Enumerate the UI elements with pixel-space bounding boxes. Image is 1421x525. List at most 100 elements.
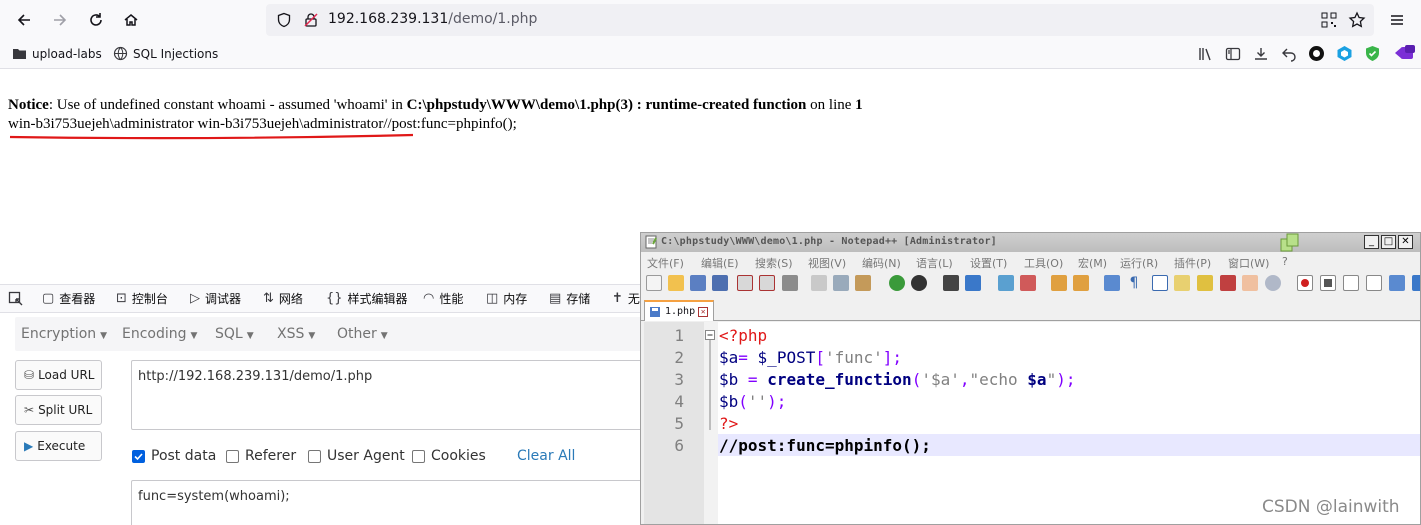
extension-circle-icon[interactable] bbox=[1308, 45, 1325, 62]
zoom-out-icon[interactable] bbox=[1020, 275, 1036, 291]
tab-debugger[interactable]: ▷ 调试器 bbox=[190, 290, 241, 307]
redo-icon[interactable] bbox=[911, 275, 927, 291]
replace-icon[interactable] bbox=[965, 275, 981, 291]
extension-badge-icon[interactable] bbox=[1392, 44, 1416, 62]
fold-minus-icon[interactable] bbox=[705, 330, 716, 440]
cut-icon[interactable] bbox=[811, 275, 827, 291]
find-icon[interactable] bbox=[943, 275, 959, 291]
undo-icon[interactable] bbox=[889, 275, 905, 291]
post-data-checkbox[interactable]: Post data bbox=[132, 448, 216, 464]
menu-other[interactable]: Other ▼ bbox=[337, 326, 388, 342]
npp-menu-settings[interactable]: 设置(T) bbox=[970, 255, 1007, 271]
extension-shield-icon[interactable] bbox=[1364, 45, 1381, 62]
npp-menu-run[interactable]: 运行(R) bbox=[1120, 255, 1158, 271]
print-icon[interactable] bbox=[782, 275, 798, 291]
back-arrow-icon bbox=[17, 14, 30, 26]
home-button[interactable] bbox=[117, 6, 145, 34]
load-url-button[interactable]: ⛁ Load URL bbox=[15, 360, 102, 390]
save-all-icon[interactable] bbox=[712, 275, 728, 291]
execute-button[interactable]: ▶ Execute bbox=[15, 431, 102, 461]
bookmark-star-icon[interactable] bbox=[1348, 11, 1366, 29]
insecure-lock-icon[interactable] bbox=[303, 12, 319, 28]
new-file-icon[interactable] bbox=[646, 275, 662, 291]
tab-accessibility[interactable]: ✝ 无 bbox=[612, 290, 640, 307]
tab-storage[interactable]: ▤ 存储 bbox=[549, 290, 590, 307]
code-editor[interactable]: 1 2 3 4 5 6 <?php $a= $_POST['func']; $b… bbox=[644, 322, 1420, 524]
tab-inspector[interactable]: ▢ 查看器 bbox=[42, 290, 95, 307]
tab-memory[interactable]: ◫ 内存 bbox=[486, 290, 527, 307]
bookmark-upload-labs[interactable]: upload-labs bbox=[12, 46, 102, 61]
url-text[interactable]: 192.168.239.131/demo/1.php bbox=[328, 11, 537, 27]
npp-menu-window[interactable]: 窗口(W) bbox=[1228, 255, 1269, 271]
word-wrap-icon[interactable] bbox=[1104, 275, 1120, 291]
npp-menu-macro[interactable]: 宏(M) bbox=[1078, 255, 1107, 271]
tab-network[interactable]: ⇅ 网络 bbox=[263, 290, 303, 307]
doc-map-icon[interactable] bbox=[1197, 275, 1213, 291]
stop-macro-icon[interactable] bbox=[1320, 275, 1336, 291]
npp-menu-file[interactable]: 文件(F) bbox=[647, 255, 684, 271]
open-file-icon[interactable] bbox=[668, 275, 684, 291]
cookies-checkbox[interactable]: Cookies bbox=[412, 448, 486, 464]
npp-menu-plugins[interactable]: 插件(P) bbox=[1174, 255, 1211, 271]
minimize-button[interactable]: _ bbox=[1364, 235, 1379, 249]
reload-button[interactable] bbox=[82, 6, 110, 34]
tab-performance[interactable]: ◠ 性能 bbox=[423, 290, 463, 307]
play-macro-icon[interactable] bbox=[1343, 275, 1359, 291]
npp-menu-edit[interactable]: 编辑(E) bbox=[701, 255, 739, 271]
npp-menu-encoding[interactable]: 编码(N) bbox=[862, 255, 901, 271]
menu-encoding[interactable]: Encoding ▼ bbox=[122, 326, 197, 342]
sync-horizontal-icon[interactable] bbox=[1073, 275, 1089, 291]
save-icon[interactable] bbox=[690, 275, 706, 291]
referer-checkbox[interactable]: Referer bbox=[226, 448, 296, 464]
zoom-in-icon[interactable] bbox=[998, 275, 1014, 291]
npp-file-tab[interactable]: 1.php ✕ bbox=[644, 300, 714, 321]
clear-all-link[interactable]: Clear All bbox=[517, 448, 575, 464]
forward-button[interactable] bbox=[46, 6, 74, 34]
downloads-icon[interactable] bbox=[1253, 46, 1269, 62]
url-textarea[interactable]: http://192.168.239.131/demo/1.php bbox=[131, 360, 651, 430]
tracking-shield-icon[interactable] bbox=[276, 12, 292, 28]
close-file-icon[interactable] bbox=[737, 275, 753, 291]
library-icon[interactable] bbox=[1198, 46, 1214, 62]
show-all-chars-icon[interactable]: ¶ bbox=[1126, 275, 1142, 291]
folder-workspace-icon[interactable] bbox=[1242, 275, 1258, 291]
run-macro-multiple-icon[interactable] bbox=[1366, 275, 1382, 291]
qr-code-icon[interactable] bbox=[1321, 12, 1337, 28]
app-menu-button[interactable] bbox=[1383, 6, 1411, 34]
npp-menu-search[interactable]: 搜索(S) bbox=[755, 255, 793, 271]
record-macro-icon[interactable] bbox=[1297, 275, 1313, 291]
bookmark-sql-injections[interactable]: SQL Injections bbox=[113, 46, 218, 61]
user-lang-icon[interactable] bbox=[1174, 275, 1190, 291]
split-url-button[interactable]: ✂ Split URL bbox=[15, 395, 102, 425]
npp-menu-tools[interactable]: 工具(O) bbox=[1024, 255, 1063, 271]
close-all-icon[interactable] bbox=[759, 275, 775, 291]
menu-sql[interactable]: SQL ▼ bbox=[215, 326, 254, 342]
tab-console[interactable]: ⊡ 控制台 bbox=[116, 290, 168, 307]
back-button[interactable] bbox=[10, 6, 38, 34]
npp-menu-help[interactable]: ? bbox=[1282, 255, 1288, 268]
element-picker-icon[interactable] bbox=[8, 291, 24, 307]
maximize-button[interactable]: □ bbox=[1381, 235, 1396, 249]
npp-title-bar[interactable]: C:\phpstudy\WWW\demo\1.php - Notepad++ [… bbox=[641, 233, 1420, 252]
menu-encryption[interactable]: Encryption ▼ bbox=[21, 326, 107, 342]
menu-xss[interactable]: XSS ▼ bbox=[277, 326, 315, 342]
extension-cube-icon[interactable] bbox=[1336, 45, 1353, 62]
npp-menu-view[interactable]: 视图(V) bbox=[808, 255, 846, 271]
user-agent-checkbox[interactable]: User Agent bbox=[308, 448, 405, 464]
copy-icon[interactable] bbox=[833, 275, 849, 291]
close-tab-icon[interactable]: ✕ bbox=[698, 306, 709, 317]
function-list-icon[interactable] bbox=[1220, 275, 1236, 291]
sidebar-icon[interactable] bbox=[1225, 46, 1241, 62]
post-data-textarea[interactable]: func=system(whoami); bbox=[131, 480, 651, 525]
tab-style-editor[interactable]: {} 样式编辑器 bbox=[326, 290, 408, 307]
close-window-button[interactable]: ✕ bbox=[1398, 235, 1413, 249]
undo-arrow-icon[interactable] bbox=[1281, 46, 1297, 62]
indent-guide-icon[interactable] bbox=[1152, 275, 1168, 291]
sync-vertical-icon[interactable] bbox=[1051, 275, 1067, 291]
paste-icon[interactable] bbox=[855, 275, 871, 291]
more-tools-icon[interactable] bbox=[1412, 275, 1420, 291]
npp-menu-language[interactable]: 语言(L) bbox=[916, 255, 953, 271]
monitoring-eye-icon[interactable] bbox=[1265, 275, 1281, 291]
address-bar[interactable]: 192.168.239.131/demo/1.php bbox=[266, 4, 1374, 36]
save-macro-icon[interactable] bbox=[1389, 275, 1405, 291]
